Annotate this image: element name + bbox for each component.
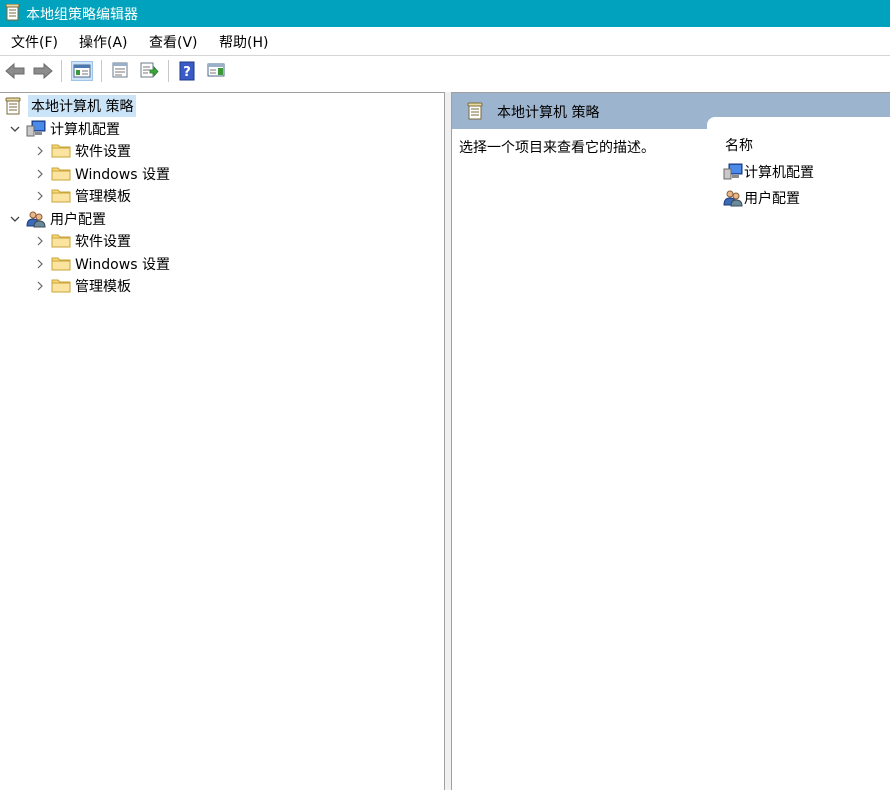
tree-item-computer-software-settings[interactable]: 软件设置 xyxy=(33,140,131,162)
chevron-down-icon[interactable] xyxy=(8,122,22,136)
computer-icon xyxy=(723,163,743,181)
show-hide-action-pane-icon xyxy=(207,63,225,77)
tree-item-label: 管理模板 xyxy=(75,189,131,205)
users-icon xyxy=(723,189,743,207)
chevron-right-icon[interactable] xyxy=(33,279,47,293)
toolbar-separator xyxy=(61,60,62,82)
show-hide-tree-button[interactable] xyxy=(71,61,93,81)
forward-button[interactable] xyxy=(32,61,54,81)
toolbar-separator xyxy=(101,60,102,82)
help-icon: ? xyxy=(179,61,195,81)
chevron-right-icon[interactable] xyxy=(33,189,47,203)
forward-arrow-icon xyxy=(33,62,53,80)
tree-item-label: 管理模板 xyxy=(75,279,131,295)
menu-action[interactable]: 操作(A) xyxy=(79,32,128,52)
tree-item-user-software-settings[interactable]: 软件设置 xyxy=(33,230,131,252)
show-hide-tree-icon xyxy=(73,64,91,78)
folder-icon xyxy=(51,142,71,160)
menu-bar: 文件(F) 操作(A) 查看(V) 帮助(H) xyxy=(0,27,890,56)
users-icon xyxy=(26,210,46,228)
svg-text:?: ? xyxy=(183,65,191,80)
properties-icon xyxy=(112,62,128,78)
item-description: 选择一个项目来查看它的描述。 xyxy=(459,140,655,156)
toolbar-separator xyxy=(168,60,169,82)
policy-document-icon xyxy=(466,102,484,120)
back-arrow-icon xyxy=(5,62,25,80)
tree-item-label: Windows 设置 xyxy=(75,167,170,183)
folder-icon xyxy=(51,277,71,295)
title-bar: 本地组策略编辑器 xyxy=(0,0,890,27)
chevron-down-icon[interactable] xyxy=(8,212,22,226)
tree-item-user-windows-settings[interactable]: Windows 设置 xyxy=(33,253,170,275)
chevron-right-icon[interactable] xyxy=(33,234,47,248)
folder-icon xyxy=(51,165,71,183)
menu-view[interactable]: 查看(V) xyxy=(149,32,198,52)
list-item-label: 计算机配置 xyxy=(744,165,814,181)
tree-item-computer-admin-templates[interactable]: 管理模板 xyxy=(33,185,131,207)
chevron-right-icon[interactable] xyxy=(33,167,47,181)
policy-document-icon xyxy=(5,3,21,26)
tree-item-label: 软件设置 xyxy=(75,234,131,250)
tree-item-user-config[interactable]: 用户配置 xyxy=(8,208,106,230)
back-button[interactable] xyxy=(4,61,26,81)
list-item-user-config[interactable]: 用户配置 xyxy=(723,187,800,209)
window-title: 本地组策略编辑器 xyxy=(26,7,138,23)
chevron-right-icon[interactable] xyxy=(33,144,47,158)
tree-item-label: 计算机配置 xyxy=(50,122,120,138)
toolbar: ? xyxy=(0,56,890,86)
chevron-right-icon[interactable] xyxy=(33,257,47,271)
tree-item-label: 软件设置 xyxy=(75,144,131,160)
details-header-title: 本地计算机 策略 xyxy=(497,105,600,121)
show-hide-action-pane-button[interactable] xyxy=(206,61,228,81)
tree-pane: 本地计算机 策略 计算机配置 软件设置 Windows 设置 管理模板 用户配置… xyxy=(0,92,445,790)
extended-tab xyxy=(707,117,890,131)
tree-item-label: Windows 设置 xyxy=(75,257,170,273)
computer-icon xyxy=(26,120,46,138)
tree-item-computer-config[interactable]: 计算机配置 xyxy=(8,118,120,140)
tree-item-local-computer-policy[interactable]: 本地计算机 策略 xyxy=(4,95,137,117)
menu-file[interactable]: 文件(F) xyxy=(11,32,58,52)
tree-item-computer-windows-settings[interactable]: Windows 设置 xyxy=(33,163,170,185)
list-item-label: 用户配置 xyxy=(744,191,800,207)
menu-help[interactable]: 帮助(H) xyxy=(219,32,268,52)
column-header-name[interactable]: 名称 xyxy=(725,135,753,155)
help-button[interactable]: ? xyxy=(177,61,199,81)
export-list-icon xyxy=(140,62,159,78)
folder-icon xyxy=(51,255,71,273)
tree-item-label: 用户配置 xyxy=(50,212,106,228)
tree-item-label: 本地计算机 策略 xyxy=(28,95,137,117)
list-item-computer-config[interactable]: 计算机配置 xyxy=(723,161,814,183)
export-list-button[interactable] xyxy=(139,61,161,81)
folder-icon xyxy=(51,232,71,250)
tree-item-user-admin-templates[interactable]: 管理模板 xyxy=(33,275,131,297)
policy-document-icon xyxy=(4,97,22,115)
details-pane: 本地计算机 策略 选择一个项目来查看它的描述。 名称 计算机配置 用户配置 xyxy=(451,92,890,790)
properties-button[interactable] xyxy=(110,61,132,81)
folder-icon xyxy=(51,187,71,205)
